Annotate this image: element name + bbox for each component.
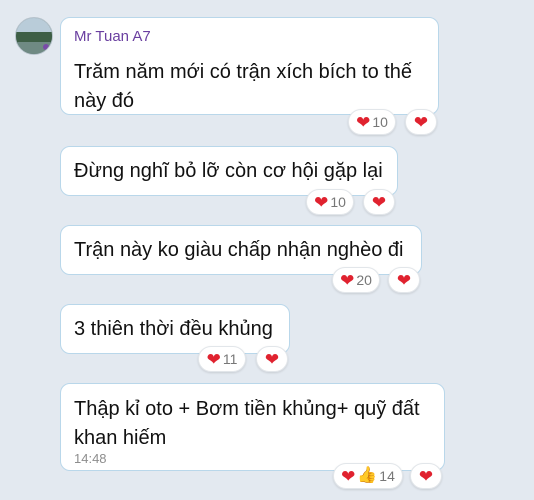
reaction-heart-count[interactable]: ❤ 20 bbox=[332, 267, 380, 293]
reaction-count: 10 bbox=[372, 114, 388, 130]
reaction-count: 14 bbox=[379, 468, 395, 484]
message-text: Trăm năm mới có trận xích bích to thế nà… bbox=[74, 61, 413, 112]
message-text: Đừng nghĩ bỏ lỡ còn cơ hội gặp lại bbox=[74, 160, 383, 182]
avatar-status-dot bbox=[43, 44, 49, 50]
add-reaction-button[interactable]: ❤ bbox=[405, 109, 437, 135]
reaction-heart-thumbs-count[interactable]: ❤ 👍 14 bbox=[333, 463, 403, 489]
reaction-heart-count[interactable]: ❤ 10 bbox=[348, 109, 396, 135]
heart-icon: ❤ bbox=[314, 192, 329, 212]
reaction-count: 20 bbox=[356, 272, 372, 288]
message-timestamp: 14:48 bbox=[74, 451, 107, 466]
heart-icon: ❤ bbox=[413, 112, 429, 132]
heart-icon: ❤ bbox=[340, 270, 355, 290]
sender-name[interactable]: Mr Tuan A7 bbox=[74, 28, 151, 45]
reaction-count: 10 bbox=[330, 194, 346, 210]
message-bubble[interactable]: Thập kỉ oto + Bơm tiền khủng+ quỹ đất kh… bbox=[60, 383, 445, 471]
heart-icon: ❤ bbox=[356, 112, 371, 132]
add-reaction-button[interactable]: ❤ bbox=[363, 189, 395, 215]
heart-icon: ❤ bbox=[371, 192, 387, 212]
message-bubble[interactable]: 3 thiên thời đều khủng bbox=[60, 304, 290, 354]
reaction-heart-count[interactable]: ❤ 10 bbox=[306, 189, 354, 215]
chat-view: Mr Tuan A7 Trăm năm mới có trận xích bíc… bbox=[0, 0, 534, 500]
message-text: 3 thiên thời đều khủng bbox=[74, 318, 273, 340]
heart-icon: ❤ bbox=[418, 466, 434, 486]
add-reaction-button[interactable]: ❤ bbox=[256, 346, 288, 372]
message-text: Thập kỉ oto + Bơm tiền khủng+ quỹ đất kh… bbox=[74, 398, 420, 449]
heart-icon: ❤ bbox=[264, 349, 280, 369]
add-reaction-button[interactable]: ❤ bbox=[388, 267, 420, 293]
message-text: Trận này ko giàu chấp nhận nghèo đi bbox=[74, 239, 404, 261]
heart-icon: ❤ bbox=[341, 466, 356, 486]
message-bubble[interactable]: Mr Tuan A7 Trăm năm mới có trận xích bíc… bbox=[60, 17, 439, 115]
reaction-count: 11 bbox=[222, 351, 238, 367]
heart-icon: ❤ bbox=[396, 270, 412, 290]
sender-avatar[interactable] bbox=[15, 17, 53, 55]
heart-icon: ❤ bbox=[206, 349, 221, 369]
message-bubble[interactable]: Đừng nghĩ bỏ lỡ còn cơ hội gặp lại bbox=[60, 146, 398, 196]
reaction-heart-count[interactable]: ❤ 11 bbox=[198, 346, 246, 372]
add-reaction-button[interactable]: ❤ bbox=[410, 463, 442, 489]
thumbs-up-icon: 👍 bbox=[357, 467, 378, 484]
